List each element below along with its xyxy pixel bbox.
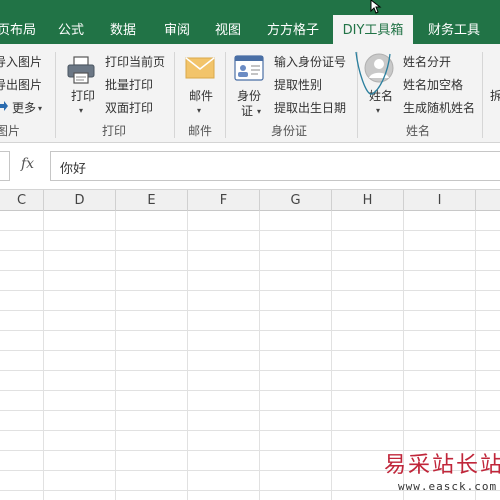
mail-envelope-icon[interactable] — [185, 57, 215, 79]
watermark-url: www.easck.com — [398, 480, 498, 493]
grid-line — [259, 211, 260, 500]
split-name-button[interactable]: 姓名分开 — [403, 54, 451, 70]
column-header-e[interactable]: E — [116, 190, 188, 211]
id-card-button[interactable]: 身份 — [237, 88, 261, 104]
name-box[interactable] — [0, 151, 10, 181]
tab-diy-toolbox[interactable]: DIY工具箱 — [333, 15, 413, 46]
more-button[interactable]: 更多 — [12, 100, 36, 116]
tab-formulas[interactable]: 公式 — [58, 18, 84, 44]
tab-finance-tools[interactable]: 财务工具 — [428, 18, 480, 44]
import-picture-button[interactable]: 导入图片 — [0, 54, 42, 70]
grid-line — [43, 211, 44, 500]
chevron-down-icon: ▾ — [376, 106, 381, 115]
ribbon-tab-bar: 页布局 公式 数据 审阅 视图 方方格子 DIY工具箱 财务工具 — [0, 0, 500, 46]
group-label-mail: 邮件 — [188, 124, 213, 138]
grid-line — [187, 211, 188, 500]
column-headers: C D E F G H I — [0, 189, 500, 211]
generate-random-name-button[interactable]: 生成随机姓名 — [403, 100, 475, 116]
tab-page-layout[interactable]: 页布局 — [0, 18, 36, 44]
formula-input[interactable]: 你好 — [50, 151, 500, 181]
divider — [225, 52, 226, 138]
input-id-number-button[interactable]: 输入身份证号 — [274, 54, 346, 70]
chevron-down-icon: ▾ — [257, 107, 262, 116]
print-current-page-button[interactable]: 打印当前页 — [105, 54, 165, 70]
ribbon-panel: 导入图片 导出图片 更多 ▾ 图片 打印 ▾ 打印当前页 批量打印 双面打印 打… — [0, 44, 500, 143]
tab-fangfang[interactable]: 方方格子 — [267, 18, 319, 44]
column-header-h[interactable]: H — [332, 190, 404, 211]
group-label-id-card: 身份证 — [271, 124, 308, 138]
column-header-f[interactable]: F — [188, 190, 260, 211]
name-add-space-button[interactable]: 姓名加空格 — [403, 77, 463, 93]
column-header-d[interactable]: D — [44, 190, 116, 211]
id-card-icon[interactable] — [234, 55, 264, 81]
printer-icon[interactable] — [66, 55, 96, 85]
column-header-c[interactable]: C — [0, 190, 44, 211]
group-label-name: 姓名 — [406, 124, 431, 138]
annotation-stroke — [355, 51, 391, 95]
formula-value: 你好 — [60, 162, 87, 177]
batch-print-button[interactable]: 批量打印 — [105, 77, 153, 93]
fx-icon[interactable]: fx — [21, 156, 34, 172]
export-picture-button[interactable]: 导出图片 — [0, 77, 42, 93]
mouse-cursor-icon — [370, 0, 382, 14]
grid-line — [115, 211, 116, 500]
divider — [55, 52, 56, 138]
tab-review[interactable]: 审阅 — [164, 18, 190, 44]
group-label-print: 打印 — [102, 124, 127, 138]
next-group-button[interactable]: 拆 — [490, 88, 500, 104]
chevron-down-icon: ▾ — [79, 106, 84, 115]
formula-bar: fx 你好 — [0, 143, 500, 189]
duplex-print-button[interactable]: 双面打印 — [105, 100, 153, 116]
watermark-text: 易采站长站 — [384, 453, 500, 478]
extract-gender-button[interactable]: 提取性别 — [274, 77, 322, 93]
column-header-g[interactable]: G — [260, 190, 332, 211]
divider — [174, 52, 175, 138]
id-card-button-line2: 证 — [241, 104, 254, 118]
chevron-down-icon: ▾ — [197, 106, 202, 115]
tab-view[interactable]: 视图 — [215, 18, 241, 44]
grid-line — [331, 211, 332, 500]
print-button[interactable]: 打印 — [71, 88, 95, 104]
mail-button[interactable]: 邮件 — [189, 88, 213, 104]
arrow-right-icon — [0, 101, 8, 111]
group-label-picture: 图片 — [0, 124, 21, 138]
chevron-down-icon: ▾ — [38, 104, 43, 113]
tab-data[interactable]: 数据 — [110, 18, 136, 44]
divider — [482, 52, 483, 138]
extract-birthdate-button[interactable]: 提取出生日期 — [274, 100, 346, 116]
column-header-i[interactable]: I — [404, 190, 476, 211]
